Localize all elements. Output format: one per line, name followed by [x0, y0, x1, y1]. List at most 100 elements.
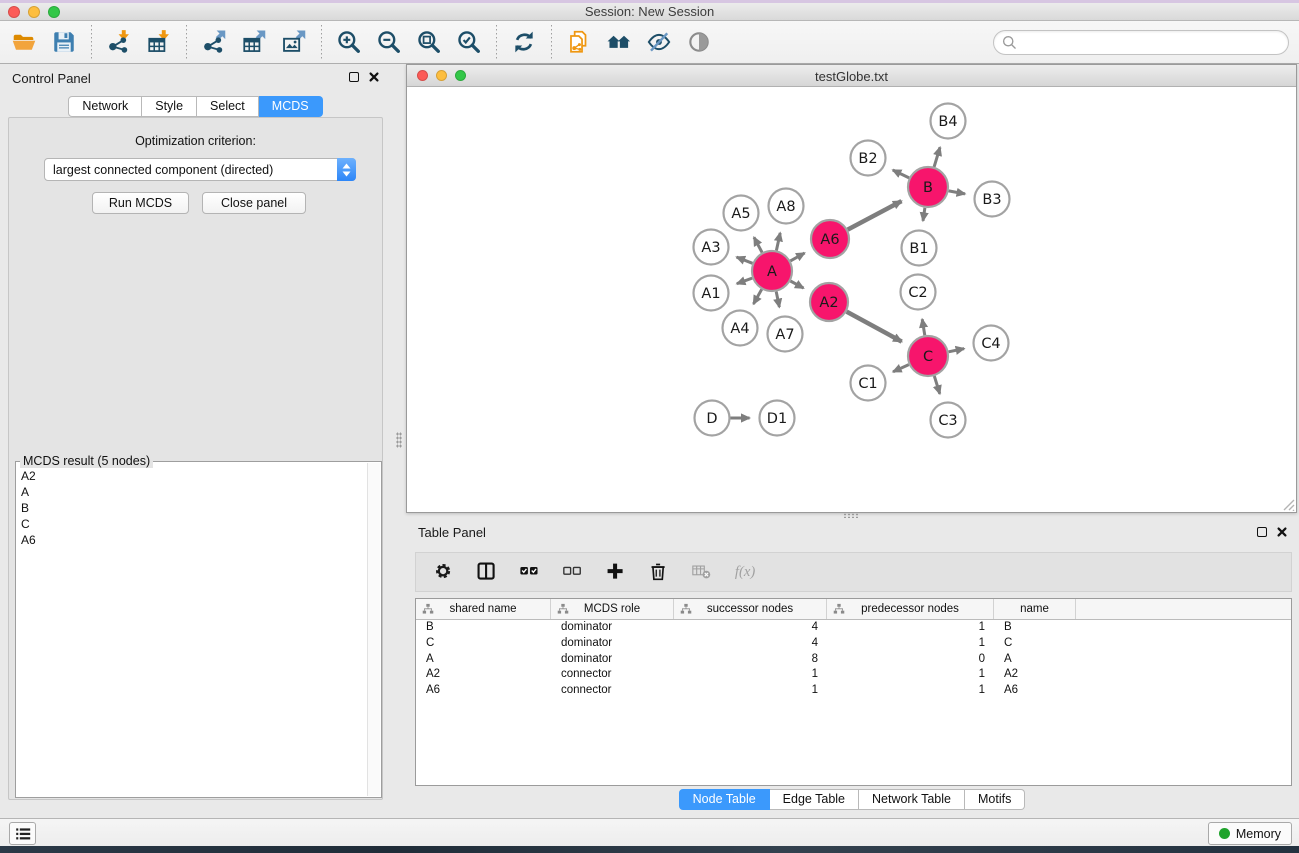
export-image-button[interactable]	[276, 24, 312, 60]
tab-select[interactable]: Select	[197, 96, 259, 117]
result-item[interactable]: A	[17, 484, 366, 500]
table-tab-node-table[interactable]: Node Table	[679, 789, 770, 810]
mcds-result-box: MCDS result (5 nodes) A2ABCA6	[15, 461, 382, 798]
table-tab-network-table[interactable]: Network Table	[859, 789, 965, 810]
column-header-shared-name[interactable]: shared name	[416, 599, 551, 619]
memory-status-dot	[1219, 828, 1230, 839]
import-network-icon	[106, 29, 132, 55]
tab-mcds[interactable]: MCDS	[259, 96, 323, 117]
result-item[interactable]: C	[17, 516, 366, 532]
zoom-selected-button[interactable]	[451, 24, 487, 60]
horizontal-splitter-handle[interactable]	[843, 513, 859, 518]
table-row[interactable]: A2connector11A2	[416, 667, 1291, 683]
float-panel-icon[interactable]	[347, 70, 361, 84]
show-columns-button[interactable]	[473, 558, 501, 586]
table-row[interactable]: Cdominator41C	[416, 636, 1291, 652]
table-cell: A2	[994, 667, 1076, 683]
hide-graphics-details-button[interactable]	[641, 24, 677, 60]
delete-column-button[interactable]	[645, 558, 673, 586]
table-row[interactable]: Adominator80A	[416, 652, 1291, 668]
table-cell: 1	[674, 667, 827, 683]
table-mode-gear-button[interactable]	[430, 558, 458, 586]
memory-label: Memory	[1236, 827, 1281, 841]
search-input[interactable]	[1018, 33, 1288, 53]
table-body: Bdominator41BCdominator41CAdominator80AA…	[416, 620, 1291, 699]
close-panel-button[interactable]: Close panel	[202, 192, 306, 214]
table-cell: connector	[551, 667, 674, 683]
column-header-MCDS-role[interactable]: MCDS role	[551, 599, 674, 619]
main-area: Control Panel NetworkStyleSelectMCDS Opt…	[0, 64, 1299, 818]
open-file-button[interactable]	[6, 24, 42, 60]
application-window: Session: New Session Control Panel Netwo…	[0, 0, 1299, 853]
export-network-button[interactable]	[196, 24, 232, 60]
edge-C-C2	[922, 319, 925, 335]
refresh-button[interactable]	[506, 24, 542, 60]
zoom-fit-button[interactable]	[411, 24, 447, 60]
open-browser-button[interactable]	[601, 24, 637, 60]
task-history-button[interactable]	[9, 822, 36, 845]
tab-network[interactable]: Network	[68, 96, 142, 117]
zoom-in-button[interactable]	[331, 24, 367, 60]
export-table-button[interactable]	[236, 24, 272, 60]
table-row[interactable]: A6connector11A6	[416, 683, 1291, 699]
optimization-criterion-dropdown[interactable]: largest connected component (directed)	[44, 158, 356, 181]
add-column-button[interactable]	[602, 558, 630, 586]
column-header-name[interactable]: name	[994, 599, 1076, 619]
import-table-button[interactable]	[141, 24, 177, 60]
clone-network-icon	[566, 29, 592, 55]
node-table: shared nameMCDS rolesuccessor nodesprede…	[415, 598, 1292, 786]
edge-A6-B	[848, 201, 902, 230]
node-label-B1: B1	[909, 241, 928, 257]
save-session-button[interactable]	[46, 24, 82, 60]
column-header-predecessor-nodes[interactable]: predecessor nodes	[827, 599, 994, 619]
status-bar: Memory	[0, 818, 1299, 846]
network-graph[interactable]: B4B2BB3A8A5A6B1A3AC2A1A2A4A7C4CC1C3DD1	[407, 88, 1296, 512]
select-all-columns-button[interactable]	[516, 558, 544, 586]
list-icon	[14, 826, 32, 842]
column-header-successor-nodes[interactable]: successor nodes	[674, 599, 827, 619]
result-item[interactable]: B	[17, 500, 366, 516]
table-row[interactable]: Bdominator41B	[416, 620, 1291, 636]
result-item[interactable]: A6	[17, 532, 366, 548]
mcds-result-list: A2ABCA6	[17, 468, 366, 796]
zoom-out-button[interactable]	[371, 24, 407, 60]
tab-style[interactable]: Style	[142, 96, 197, 117]
result-item[interactable]: A2	[17, 468, 366, 484]
memory-status-button[interactable]: Memory	[1208, 822, 1292, 845]
zoom-in-icon	[336, 29, 362, 55]
table-tab-motifs[interactable]: Motifs	[965, 789, 1025, 810]
run-mcds-button[interactable]: Run MCDS	[92, 192, 189, 214]
import-network-button[interactable]	[101, 24, 137, 60]
node-label-A1: A1	[701, 286, 720, 302]
close-table-panel-icon[interactable]	[1275, 525, 1289, 539]
float-table-panel-icon[interactable]	[1255, 525, 1269, 539]
node-label-C2: C2	[908, 285, 927, 301]
show-graphics-details-button[interactable]	[681, 24, 717, 60]
desktop-background	[0, 846, 1299, 853]
edge-B-B3	[949, 191, 965, 194]
open-browser-icon	[606, 29, 632, 55]
network-window-titlebar[interactable]: testGlobe.txt	[407, 65, 1296, 87]
node-label-A6: A6	[820, 232, 839, 248]
toolbar-buttons	[4, 21, 719, 63]
sitemap-icon	[557, 603, 569, 615]
close-panel-icon[interactable]	[367, 70, 381, 84]
search-icon	[1001, 34, 1018, 51]
vertical-splitter-handle[interactable]	[396, 432, 402, 448]
node-label-B3: B3	[982, 192, 1001, 208]
network-view-window: testGlobe.txt B4B2BB3A8A5A6B1A3AC2A1A2A4…	[406, 64, 1297, 513]
node-label-B4: B4	[938, 114, 957, 130]
table-tab-edge-table[interactable]: Edge Table	[770, 789, 859, 810]
clone-network-button[interactable]	[561, 24, 597, 60]
import-table-icon	[146, 29, 172, 55]
resize-grip[interactable]	[1281, 497, 1295, 511]
toolbar-separator	[186, 25, 187, 59]
zoom-selected-icon	[456, 29, 482, 55]
hide-graphics-details-icon	[646, 29, 672, 55]
table-cell: A6	[416, 683, 551, 699]
result-scrollbar[interactable]	[367, 463, 380, 796]
mcds-tab-content: Optimization criterion: largest connecte…	[8, 117, 383, 800]
edge-C-C4	[949, 349, 965, 352]
deselect-all-columns-button[interactable]	[559, 558, 587, 586]
table-toolbar: f(x)	[415, 552, 1292, 592]
